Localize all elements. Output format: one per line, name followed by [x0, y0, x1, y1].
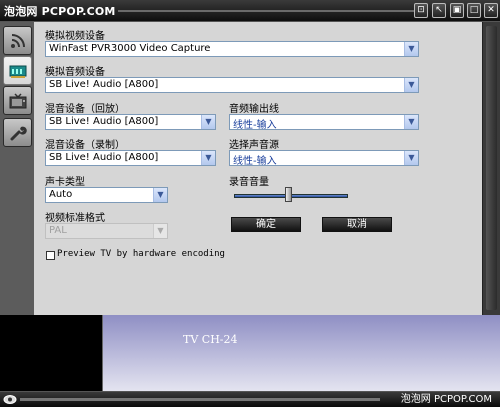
record-volume-label: 录音音量	[229, 177, 269, 188]
mixer-record-value: SB Live! Audio [A800]	[49, 152, 159, 163]
chevron-down-icon: ▼	[201, 151, 215, 165]
sound-card-type-label: 声卡类型	[45, 177, 85, 188]
audio-output-label: 音频输出线	[229, 104, 279, 115]
close-button[interactable]: ✕	[484, 3, 498, 18]
mixer-playback-select[interactable]: SB Live! Audio [A800] ▼	[45, 114, 216, 130]
mixer-record-select[interactable]: SB Live! Audio [A800] ▼	[45, 150, 216, 166]
scrollbar[interactable]	[482, 22, 500, 315]
video-device-value: WinFast PVR3000 Video Capture	[49, 43, 211, 54]
video-device-label: 模拟视频设备	[45, 31, 105, 42]
settings-tab[interactable]	[3, 118, 32, 147]
title-separator	[118, 10, 428, 12]
audio-device-label: 模拟音频设备	[45, 67, 105, 78]
signal-tab[interactable]	[3, 26, 32, 55]
mixer-playback-value: SB Live! Audio [A800]	[49, 116, 159, 127]
chevron-down-icon: ▼	[404, 78, 418, 92]
mini-mode-button[interactable]: ↖	[432, 3, 446, 18]
video-preview-image	[103, 315, 500, 391]
minimize-button[interactable]: ▣	[450, 3, 464, 18]
audio-output-value: 线性-输入	[233, 120, 277, 131]
audio-tab[interactable]	[3, 56, 32, 85]
audio-device-value: SB Live! Audio [A800]	[49, 79, 159, 90]
video-standard-select: PAL ▼	[45, 223, 168, 239]
audio-output-select[interactable]: 线性-输入 ▼	[229, 114, 419, 131]
chevron-down-icon: ▼	[153, 188, 167, 202]
video-device-select[interactable]: WinFast PVR3000 Video Capture ▼	[45, 41, 419, 57]
audio-source-value: 线性-输入	[233, 156, 277, 167]
title-bar: 泡泡网 PCPOP.COM ⊡ ↖ ▣ □ ✕	[0, 0, 500, 22]
chevron-down-icon: ▼	[404, 42, 418, 56]
sound-card-type-value: Auto	[49, 189, 73, 200]
chevron-down-icon: ▼	[201, 115, 215, 129]
signal-icon	[10, 33, 25, 48]
video-standard-value: PAL	[49, 225, 67, 236]
audio-device-select[interactable]: SB Live! Audio [A800] ▼	[45, 77, 419, 93]
sound-card-icon	[9, 65, 26, 78]
chevron-down-icon: ▼	[404, 115, 418, 129]
channel-indicator: TV CH-24	[183, 333, 238, 346]
tv-icon	[9, 92, 26, 108]
audio-source-select[interactable]: 线性-输入 ▼	[229, 150, 419, 167]
scrollbar-thumb[interactable]	[486, 26, 497, 310]
record-volume-thumb[interactable]	[285, 187, 292, 202]
eye-icon[interactable]	[3, 394, 17, 405]
mixer-playback-label: 混音设备（回放）	[45, 104, 125, 115]
video-standard-label: 视频标准格式	[45, 213, 105, 224]
sound-card-type-select[interactable]: Auto ▼	[45, 187, 168, 203]
watermark: 泡泡网 PCPOP.COM	[400, 394, 492, 405]
wrench-icon	[10, 126, 27, 140]
tv-tab[interactable]	[3, 86, 32, 115]
preview-checkbox-label: Preview TV by hardware encoding	[57, 249, 225, 259]
video-preview-black	[0, 315, 103, 391]
audio-source-label: 选择声音源	[229, 140, 279, 151]
cancel-button[interactable]: 取消	[322, 217, 392, 232]
window-title: 泡泡网 PCPOP.COM	[4, 5, 116, 18]
maximize-button[interactable]: □	[467, 3, 481, 18]
chevron-down-icon: ▼	[153, 224, 167, 238]
seek-bar[interactable]	[20, 398, 380, 401]
mixer-record-label: 混音设备（录制）	[45, 140, 125, 151]
preview-checkbox[interactable]	[46, 251, 55, 260]
pin-button[interactable]: ⊡	[414, 3, 428, 18]
chevron-down-icon: ▼	[404, 151, 418, 165]
ok-button[interactable]: 确定	[231, 217, 301, 232]
sidebar	[0, 22, 34, 315]
